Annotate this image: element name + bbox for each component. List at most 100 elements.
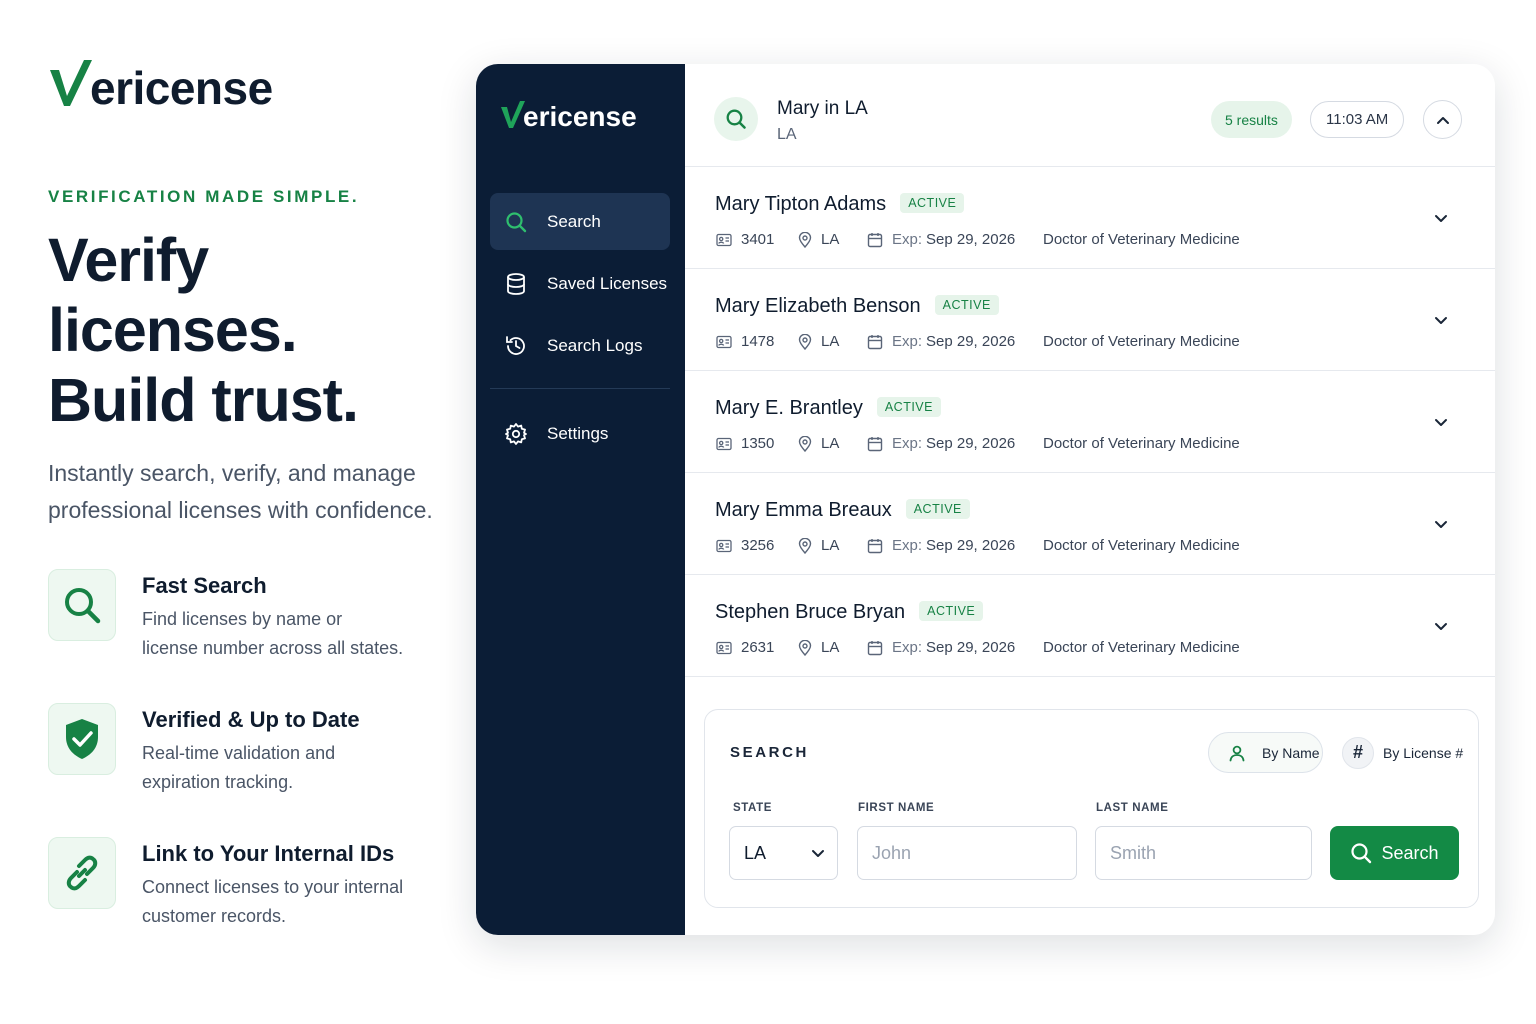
license-number: 1478 — [716, 333, 798, 350]
chevron-down-icon — [1435, 521, 1447, 528]
last-name-label: LAST NAME — [1096, 802, 1169, 814]
license-state-value: LA — [821, 537, 840, 554]
expand-row-button[interactable] — [1428, 613, 1454, 639]
license-meta: 2631 LA Exp: Sep 29, 2026 Doctor of Veterina… — [716, 639, 1240, 656]
sidebar-item-saved-licenses[interactable]: Saved Licenses — [490, 255, 670, 312]
result-row[interactable]: Mary Tipton Adams ACTIVE 3401 LA Exp: Sep 29,… — [685, 167, 1495, 269]
id-card-icon — [716, 335, 732, 348]
id-card-icon — [716, 233, 732, 246]
chevron-down-icon — [1435, 317, 1447, 324]
results-header: Mary in LA LA 5 results 11:03 AM — [685, 64, 1495, 167]
license-state: LA — [798, 537, 867, 554]
feature-desc: Real-time validation and expiration trac… — [142, 743, 336, 792]
expand-row-button[interactable] — [1428, 307, 1454, 333]
expand-row-button[interactable] — [1428, 409, 1454, 435]
status-badge: ACTIVE — [905, 499, 970, 519]
feature-title: Fast Search — [142, 573, 267, 598]
license-state: LA — [798, 639, 867, 656]
sidebar: ericense Search Saved Licenses Search Lo… — [476, 64, 685, 935]
first-name-label: FIRST NAME — [858, 802, 935, 814]
license-expiration: Exp: Sep 29, 2026 — [867, 333, 1043, 350]
brand-logo: ericense — [48, 50, 458, 112]
license-state: LA — [798, 231, 867, 248]
sidebar-item-label: Search Logs — [547, 335, 643, 355]
tagline: VERIFICATION MADE SIMPLE. — [48, 187, 360, 206]
license-number: 2631 — [716, 639, 798, 656]
expiration-label: Exp: — [892, 231, 923, 248]
check-logo-icon — [50, 60, 92, 106]
chevron-down-icon — [1435, 623, 1447, 630]
database-icon — [504, 272, 528, 296]
sidebar-item-settings[interactable]: Settings — [490, 405, 670, 462]
result-row[interactable]: Mary Elizabeth Benson ACTIVE 1478 LA Exp: Sep… — [685, 269, 1495, 371]
brand-name: ericense — [523, 101, 637, 132]
query-title: Mary in LA — [777, 98, 868, 119]
lead-line-1: Instantly search, verify, and manage — [48, 460, 416, 486]
state-label: STATE — [733, 802, 772, 814]
licensee-name: Mary Emma Breaux ACTIVE — [715, 499, 970, 522]
expiration-label: Exp: — [892, 435, 923, 452]
sidebar-item-search-logs[interactable]: Search Logs — [490, 317, 670, 374]
lead-text: Instantly search, verify, and manage pro… — [48, 455, 458, 529]
license-profession: Doctor of Veterinary Medicine — [1043, 333, 1240, 350]
by-license-label: By License # — [1383, 744, 1464, 761]
license-expiration: Exp: Sep 29, 2026 — [867, 639, 1043, 656]
person-icon — [1221, 737, 1253, 769]
licensee-name: Stephen Bruce Bryan ACTIVE — [715, 601, 984, 624]
search-icon — [504, 210, 528, 234]
license-number: 1350 — [716, 435, 798, 452]
first-name-input[interactable]: John — [857, 826, 1077, 880]
sidebar-item-label: Search — [547, 211, 601, 231]
result-row[interactable]: Stephen Bruce Bryan ACTIVE 2631 LA Exp: Sep 2… — [685, 575, 1495, 677]
search-submit-label: Search — [1381, 842, 1439, 863]
timestamp-pill: 11:03 AM — [1310, 101, 1405, 138]
chevron-down-icon — [812, 850, 824, 857]
licensee-name-text: Stephen Bruce Bryan — [715, 601, 906, 623]
license-state: LA — [798, 435, 867, 452]
calendar-icon — [867, 640, 883, 655]
hero-section: ericense VERIFICATION MADE SIMPLE. Verif… — [48, 50, 458, 971]
chevron-down-icon — [1435, 215, 1447, 222]
expiration-value: Sep 29, 2026 — [926, 435, 1016, 452]
expiration-value: Sep 29, 2026 — [926, 333, 1016, 350]
expiration-label: Exp: — [892, 639, 923, 656]
app-window: ericense Search Saved Licenses Search Lo… — [476, 64, 1495, 935]
status-badge: ACTIVE — [934, 295, 999, 315]
sidebar-item-label: Settings — [547, 423, 609, 443]
by-name-label: By Name — [1262, 744, 1320, 761]
license-state-value: LA — [821, 435, 840, 452]
license-meta: 3256 LA Exp: Sep 29, 2026 Doctor of Veterina… — [716, 537, 1240, 554]
hash-icon: # — [1342, 736, 1374, 769]
licensee-name-text: Mary E. Brantley — [715, 397, 863, 419]
sidebar-item-search[interactable]: Search — [490, 193, 670, 250]
calendar-icon — [867, 436, 883, 451]
state-select[interactable]: LA — [729, 826, 838, 880]
by-name-toggle[interactable]: By Name — [1208, 732, 1323, 773]
sidebar-item-label: Saved Licenses — [547, 273, 668, 293]
result-row[interactable]: Mary E. Brantley ACTIVE 1350 LA Exp: Sep 29, … — [685, 371, 1495, 473]
calendar-icon — [867, 334, 883, 349]
expiration-value: Sep 29, 2026 — [926, 537, 1016, 554]
license-profession: Doctor of Veterinary Medicine — [1043, 537, 1240, 554]
expand-row-button[interactable] — [1428, 205, 1454, 231]
chevron-down-icon — [1435, 419, 1447, 426]
by-license-toggle[interactable]: # By License # — [1338, 732, 1468, 773]
query-subtitle: LA — [777, 126, 797, 143]
search-icon — [1351, 843, 1372, 864]
result-row[interactable]: Mary Emma Breaux ACTIVE 3256 LA Exp: Sep 29, … — [685, 473, 1495, 575]
license-number-value: 1478 — [741, 333, 775, 350]
licensee-name: Mary Elizabeth Benson ACTIVE — [715, 295, 999, 318]
search-submit-button[interactable]: Search — [1330, 826, 1459, 880]
expand-row-button[interactable] — [1428, 511, 1454, 537]
last-name-input[interactable]: Smith — [1095, 826, 1312, 880]
search-icon — [48, 569, 116, 641]
main-panel: Mary in LA LA 5 results 11:03 AM Mary Ti… — [685, 64, 1495, 935]
collapse-button[interactable] — [1423, 100, 1462, 139]
status-badge: ACTIVE — [876, 397, 941, 417]
license-expiration: Exp: Sep 29, 2026 — [867, 435, 1043, 452]
license-number-value: 3256 — [741, 537, 775, 554]
brand-name: ericense — [90, 62, 273, 114]
location-pin-icon — [798, 333, 812, 350]
calendar-icon — [867, 538, 883, 553]
feature-title: Verified & Up to Date — [142, 707, 360, 732]
